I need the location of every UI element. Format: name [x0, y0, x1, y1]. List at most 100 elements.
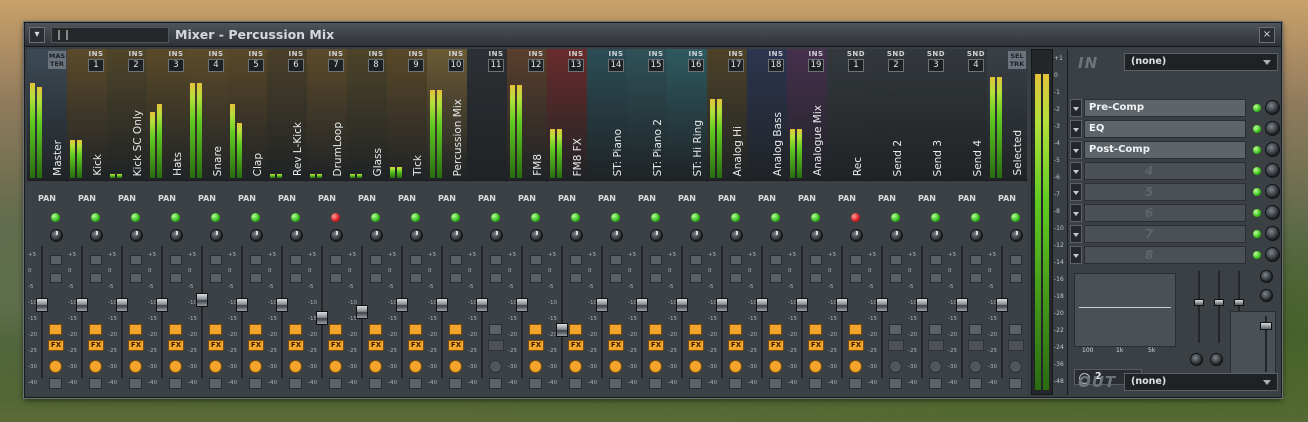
insert-slot-selector[interactable]: INS 1 [86, 50, 106, 74]
save-icon[interactable] [409, 378, 422, 389]
fx-button[interactable]: FX [1008, 340, 1024, 351]
route-up-button[interactable] [49, 324, 62, 335]
fx-button[interactable]: FX [368, 340, 384, 351]
channel-header[interactable]: INS 5 Clap [227, 49, 267, 181]
eq-high-fader[interactable] [1234, 299, 1244, 306]
pan-knob[interactable] [330, 229, 343, 242]
channel-name[interactable]: Snare [212, 146, 224, 176]
volume-fader[interactable] [476, 297, 488, 312]
channel-name[interactable]: Analog Bass [772, 112, 784, 176]
slot-mix-knob[interactable] [1265, 226, 1280, 241]
insert-slot-selector[interactable]: INS 11 [486, 50, 506, 74]
volume-fader[interactable] [716, 297, 728, 312]
channel-header[interactable]: INS 10 Percussion Mix [427, 49, 467, 181]
pan-knob[interactable] [450, 229, 463, 242]
pan-knob[interactable] [530, 229, 543, 242]
route-up-button[interactable] [769, 324, 782, 335]
solo-button[interactable] [450, 273, 462, 283]
fx-button[interactable]: FX [448, 340, 464, 351]
save-icon[interactable] [89, 378, 102, 389]
insert-slot[interactable]: 6 [1070, 204, 1280, 222]
solo-button[interactable] [290, 273, 302, 283]
slot-enable-led[interactable] [1253, 125, 1261, 133]
insert-slot-selector[interactable]: INS 12 [526, 50, 546, 74]
solo-button[interactable] [850, 273, 862, 283]
solo-button[interactable] [890, 273, 902, 283]
mute-button[interactable] [490, 255, 502, 265]
mute-button[interactable] [130, 255, 142, 265]
channel-header[interactable]: SEL TRK Selected [987, 49, 1027, 181]
solo-button[interactable] [650, 273, 662, 283]
pan-knob[interactable] [50, 229, 63, 242]
mute-button[interactable] [730, 255, 742, 265]
pan-knob[interactable] [130, 229, 143, 242]
slot-mix-knob[interactable] [1265, 121, 1280, 136]
route-up-button[interactable] [849, 324, 862, 335]
save-icon[interactable] [969, 378, 982, 389]
channel-name[interactable]: Clap [252, 153, 264, 176]
clock-icon[interactable] [289, 360, 302, 373]
insert-slot-name[interactable]: 4 [1084, 162, 1246, 180]
fx-button[interactable]: FX [568, 340, 584, 351]
channel-active-led[interactable] [131, 213, 140, 222]
channel-header[interactable]: INS 1 Kick [67, 49, 107, 181]
volume-fader[interactable] [916, 297, 928, 312]
route-up-button[interactable] [329, 324, 342, 335]
volume-fader[interactable] [756, 297, 768, 312]
channel-active-led[interactable] [771, 213, 780, 222]
pan-knob[interactable] [290, 229, 303, 242]
channel-name[interactable]: Analogue Mix [812, 105, 824, 176]
mute-button[interactable] [290, 255, 302, 265]
solo-button[interactable] [490, 273, 502, 283]
channel-name[interactable]: Send 4 [972, 140, 984, 176]
pan-knob[interactable] [730, 229, 743, 242]
clock-icon[interactable] [49, 360, 62, 373]
channel-active-led[interactable] [371, 213, 380, 222]
channel-name[interactable]: ST: Piano 2 [652, 119, 664, 176]
insert-slot-selector[interactable]: SND 3 [926, 50, 946, 74]
channel-active-led[interactable] [51, 213, 60, 222]
insert-slot-selector[interactable]: INS 14 [606, 50, 626, 74]
pan-knob[interactable] [770, 229, 783, 242]
channel-name[interactable]: Rev L-Kick [292, 122, 304, 176]
channel-name[interactable]: Glass [372, 148, 384, 176]
insert-slot-name[interactable]: EQ [1084, 120, 1246, 138]
solo-button[interactable] [1010, 273, 1022, 283]
pan-knob[interactable] [690, 229, 703, 242]
route-up-button[interactable] [729, 324, 742, 335]
channel-header[interactable]: INS 17 Analog Hi [707, 49, 747, 181]
solo-button[interactable] [330, 273, 342, 283]
solo-button[interactable] [970, 273, 982, 283]
volume-fader[interactable] [236, 297, 248, 312]
volume-fader[interactable] [996, 297, 1008, 312]
clock-icon[interactable] [609, 360, 622, 373]
solo-button[interactable] [570, 273, 582, 283]
insert-slot-selector[interactable]: INS 4 [206, 50, 226, 74]
route-up-button[interactable] [1009, 324, 1022, 335]
channel-header[interactable]: INS 4 Snare [187, 49, 227, 181]
solo-button[interactable] [810, 273, 822, 283]
pan-knob[interactable] [410, 229, 423, 242]
insert-slot-selector[interactable]: INS 13 [566, 50, 586, 74]
clock-icon[interactable] [849, 360, 862, 373]
route-up-button[interactable] [609, 324, 622, 335]
mute-button[interactable] [1010, 255, 1022, 265]
clock-icon[interactable] [409, 360, 422, 373]
fx-button[interactable]: FX [88, 340, 104, 351]
channel-active-led[interactable] [251, 213, 260, 222]
channel-active-led[interactable] [731, 213, 740, 222]
route-up-button[interactable] [929, 324, 942, 335]
eq-mid-fader[interactable] [1214, 299, 1224, 306]
fx-button[interactable]: FX [848, 340, 864, 351]
channel-active-led[interactable] [851, 213, 860, 222]
clock-icon[interactable] [129, 360, 142, 373]
volume-fader[interactable] [836, 297, 848, 312]
route-up-button[interactable] [569, 324, 582, 335]
save-icon[interactable] [449, 378, 462, 389]
insert-slot-selector[interactable]: INS 6 [286, 50, 306, 74]
pan-knob[interactable] [890, 229, 903, 242]
slot-mix-knob[interactable] [1265, 184, 1280, 199]
route-up-button[interactable] [409, 324, 422, 335]
pan-knob[interactable] [250, 229, 263, 242]
pan-knob[interactable] [610, 229, 623, 242]
